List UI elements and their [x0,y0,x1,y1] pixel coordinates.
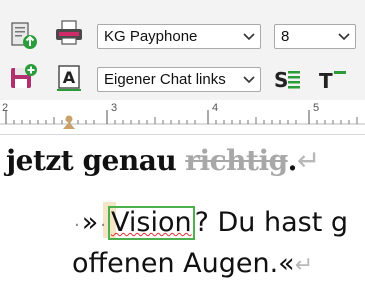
ruler-number: 3 [111,102,118,114]
printer-icon[interactable] [52,16,86,50]
body-text: jetzt genau [6,144,177,177]
chevron-down-icon [238,68,260,91]
text-style-icon[interactable]: A [52,60,86,94]
text-line: offenen Augen.«↵ [72,248,313,285]
font-name-select[interactable]: KG Payphone [97,24,261,49]
export-document-icon[interactable] [6,18,40,52]
ruler-number: 2 [2,102,9,114]
svg-text:S: S [274,68,288,92]
tracked-deletion-text: richtig [185,144,288,177]
font-name-value: KG Payphone [104,28,198,45]
indent-marker-icon[interactable] [62,114,76,130]
save-new-icon[interactable] [6,60,40,94]
text-line: jetzt genau richtig . ↵ [6,144,320,188]
text-line: · » · Vision ? Du hast g [72,206,348,246]
end-punctuation: . [287,144,298,177]
font-size-select[interactable]: 8 [274,24,356,49]
paragraph-style-value: Eigener Chat links [104,71,226,88]
svg-text:T: T [319,69,333,93]
paragraph-style-icon[interactable]: S [270,62,304,96]
font-size-value: 8 [281,28,290,45]
horizontal-ruler[interactable]: 2 3 4 5 [0,100,365,135]
document-canvas[interactable]: jetzt genau richtig . ↵ · » · Vision ? D… [0,136,365,285]
quote-mark: » [81,207,99,238]
space-marker: · [74,215,80,236]
highlighted-word[interactable]: Vision [108,206,195,240]
body-text: offenen Augen.« [72,248,295,279]
ruler-number: 5 [313,102,320,114]
text-format-icon[interactable]: T [316,62,350,96]
paragraph-mark-icon: ↵ [296,144,320,177]
chevron-down-icon [333,25,355,48]
ruler-number: 4 [212,102,219,114]
svg-text:A: A [63,68,76,87]
space-marker: · [100,215,106,236]
chevron-down-icon [238,25,260,48]
paragraph-mark-icon: ↵ [294,253,314,278]
paragraph-style-select[interactable]: Eigener Chat links [97,67,261,92]
body-text: ? Du hast g [194,207,349,238]
toolbar: KG Payphone 8 A Eigener Chat links S T [0,0,365,100]
